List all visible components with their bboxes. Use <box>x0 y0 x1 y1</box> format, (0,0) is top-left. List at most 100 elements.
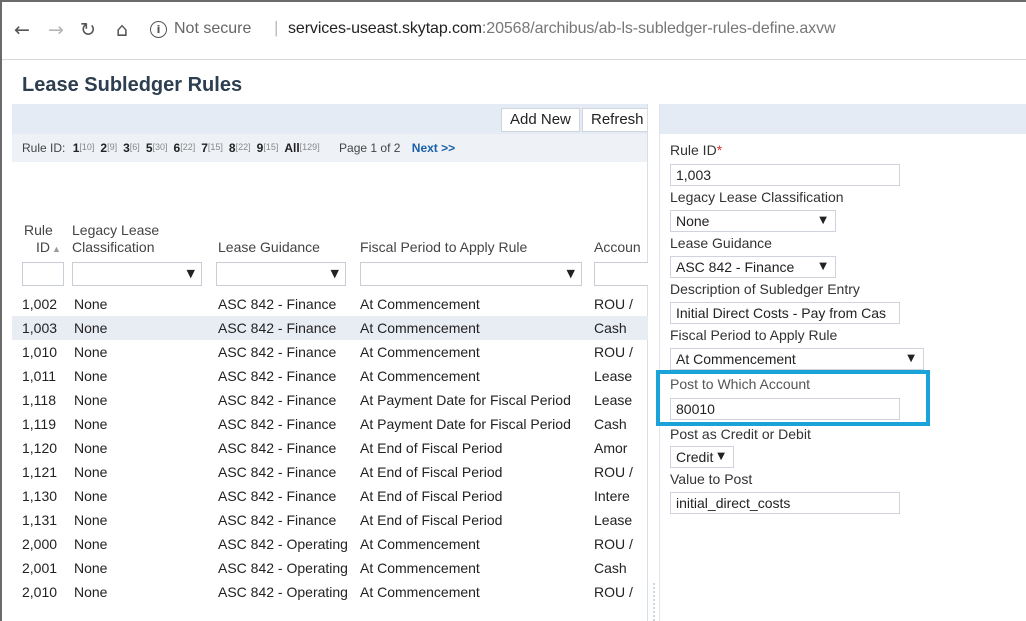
index-entry[interactable]: 7[15] <box>201 141 225 155</box>
next-page-link[interactable]: Next >> <box>412 141 455 155</box>
url-host: services-useast.skytap.com <box>288 20 482 37</box>
fiscal-period-value: At Commencement <box>676 351 796 367</box>
table-cell-classification: None <box>74 440 108 456</box>
credit-debit-label: Post as Credit or Debit <box>670 426 811 442</box>
description-field[interactable]: Initial Direct Costs - Pay from Cas <box>670 302 900 324</box>
filter-guidance-select[interactable]: ▼ <box>216 262 346 286</box>
index-entry-count: [6] <box>129 142 140 152</box>
rule-id-field[interactable]: 1,003 <box>670 164 900 186</box>
lease-guidance-value: ASC 842 - Finance <box>676 259 795 275</box>
table-row[interactable]: 1,118 None ASC 842 - Finance At Payment Dat… <box>12 388 648 412</box>
table-cell-id: 1,120 <box>22 440 58 456</box>
table-cell-fiscal: At Commencement <box>360 368 480 384</box>
index-entry[interactable]: 9[15] <box>257 141 281 155</box>
table-row[interactable]: 2,010 None ASC 842 - Operating At Commencem… <box>12 580 648 604</box>
index-entry[interactable]: 6[22] <box>174 141 198 155</box>
column-header-account[interactable]: Accoun <box>594 239 648 256</box>
info-icon[interactable]: i <box>150 21 167 38</box>
table-cell-fiscal: At Commencement <box>360 560 480 576</box>
table-cell-guidance: ASC 842 - Finance <box>218 512 337 528</box>
table-row[interactable]: 1,119 None ASC 842 - Finance At Payment Dat… <box>12 412 648 436</box>
table-cell-guidance: ASC 842 - Finance <box>218 296 337 312</box>
fiscal-period-label: Fiscal Period to Apply Rule <box>670 327 838 343</box>
table-row[interactable]: 1,003 None ASC 842 - Finance At Commencemen… <box>12 316 648 340</box>
panel-splitter[interactable] <box>648 104 660 621</box>
table-cell-guidance: ASC 842 - Operating <box>218 584 348 600</box>
column-header-lease-guidance[interactable]: Lease Guidance <box>218 239 320 256</box>
index-entry[interactable]: 1[10] <box>73 141 97 155</box>
back-arrow-icon[interactable]: ← <box>10 18 34 42</box>
credit-debit-select[interactable]: Credit ▼ <box>670 446 734 468</box>
index-entry-count: [30] <box>152 142 168 152</box>
table-row[interactable]: 1,120 None ASC 842 - Finance At End of Fisc… <box>12 436 648 460</box>
index-entry-count: [10] <box>79 142 95 152</box>
index-entry-count: [9] <box>107 142 118 152</box>
table-cell-fiscal: At End of Fiscal Period <box>360 512 503 528</box>
lease-guidance-select[interactable]: ASC 842 - Finance ▼ <box>670 256 836 278</box>
table-row[interactable]: 1,131 None ASC 842 - Finance At End of Fisc… <box>12 508 648 532</box>
index-entry[interactable]: 2[9] <box>100 141 119 155</box>
value-to-post-field[interactable]: initial_direct_costs <box>670 492 900 514</box>
table-row[interactable]: 1,011 None ASC 842 - Finance At Commencemen… <box>12 364 648 388</box>
sort-ascending-icon[interactable]: ▲ <box>52 244 61 254</box>
security-label[interactable]: Not secure <box>174 20 251 38</box>
table-row[interactable]: 1,002 None ASC 842 - Finance At Commencemen… <box>12 292 648 316</box>
filter-rule-id-input[interactable] <box>22 262 64 286</box>
table-cell-id: 1,131 <box>22 512 58 528</box>
index-entry[interactable]: 5[30] <box>146 141 170 155</box>
index-entry-count: [22] <box>180 142 196 152</box>
table-cell-account: Lease <box>594 368 633 384</box>
table-row[interactable]: 1,130 None ASC 842 - Finance At End of Fisc… <box>12 484 648 508</box>
index-entry[interactable]: 3[6] <box>123 141 142 155</box>
credit-debit-value: Credit <box>676 449 714 465</box>
table-row[interactable]: 2,001 None ASC 842 - Operating At Commencem… <box>12 556 648 580</box>
value-to-post-label: Value to Post <box>670 471 753 487</box>
table-cell-account: Cash <box>594 416 627 432</box>
table-cell-fiscal: At Commencement <box>360 344 480 360</box>
rule-edit-form: Rule ID* 1,003 Legacy Lease Classificati… <box>660 104 1026 621</box>
column-header-classification[interactable]: Legacy Lease Classification <box>72 222 159 256</box>
filter-account-input[interactable] <box>594 262 648 286</box>
table-cell-fiscal: At End of Fiscal Period <box>360 464 503 480</box>
table-cell-classification: None <box>74 296 108 312</box>
column-header-fiscal-period[interactable]: Fiscal Period to Apply Rule <box>360 239 527 256</box>
table-cell-fiscal: At Payment Date for Fiscal Period <box>360 416 571 432</box>
classification-select[interactable]: None ▼ <box>670 210 836 232</box>
browser-address-bar: ← → ↻ ⌂ i Not secure | services-useast.s… <box>2 2 1026 60</box>
forward-arrow-icon[interactable]: → <box>44 18 68 42</box>
index-entry[interactable]: All[129] <box>284 141 321 155</box>
table-cell-guidance: ASC 842 - Operating <box>218 536 348 552</box>
table-cell-guidance: ASC 842 - Finance <box>218 344 337 360</box>
dropdown-arrow-icon: ▼ <box>566 267 575 280</box>
classification-value: None <box>676 213 710 229</box>
column-header-rule-id[interactable]: Rule ID ▲ <box>24 222 61 258</box>
filter-classification-select[interactable]: ▼ <box>72 262 202 286</box>
url-field[interactable]: services-useast.skytap.com:20568/archibu… <box>288 20 836 38</box>
table-row[interactable]: 1,121 None ASC 842 - Finance At End of Fisc… <box>12 460 648 484</box>
grid-toolbar: Add New Refresh <box>12 104 647 134</box>
window-frame-left <box>0 0 2 621</box>
table-row[interactable]: 2,000 None ASC 842 - Operating At Commencem… <box>12 532 648 556</box>
table-row[interactable]: 1,010 None ASC 842 - Finance At Commencemen… <box>12 340 648 364</box>
filter-fiscal-select[interactable]: ▼ <box>360 262 582 286</box>
header-text: Legacy Lease <box>72 222 160 238</box>
add-new-button[interactable]: Add New <box>501 108 580 132</box>
account-highlight-box <box>656 370 930 426</box>
table-cell-account: ROU / <box>594 584 633 600</box>
reload-icon[interactable]: ↻ <box>76 18 100 42</box>
form-header-bar <box>660 104 1026 134</box>
lease-guidance-label: Lease Guidance <box>670 235 772 251</box>
refresh-button[interactable]: Refresh <box>582 108 647 132</box>
dropdown-arrow-icon: ▼ <box>907 353 915 364</box>
splitter-grip-icon[interactable] <box>652 582 656 621</box>
table-cell-account: ROU / <box>594 536 633 552</box>
table-cell-id: 2,010 <box>22 584 58 600</box>
table-cell-classification: None <box>74 512 108 528</box>
home-icon[interactable]: ⌂ <box>110 18 134 42</box>
table-cell-classification: None <box>74 416 108 432</box>
fiscal-period-select[interactable]: At Commencement ▼ <box>670 348 924 370</box>
index-entry[interactable]: 8[22] <box>229 141 253 155</box>
header-text: ID <box>36 239 50 255</box>
index-entry-count: [15] <box>207 142 223 152</box>
index-entry-count: [15] <box>263 142 279 152</box>
